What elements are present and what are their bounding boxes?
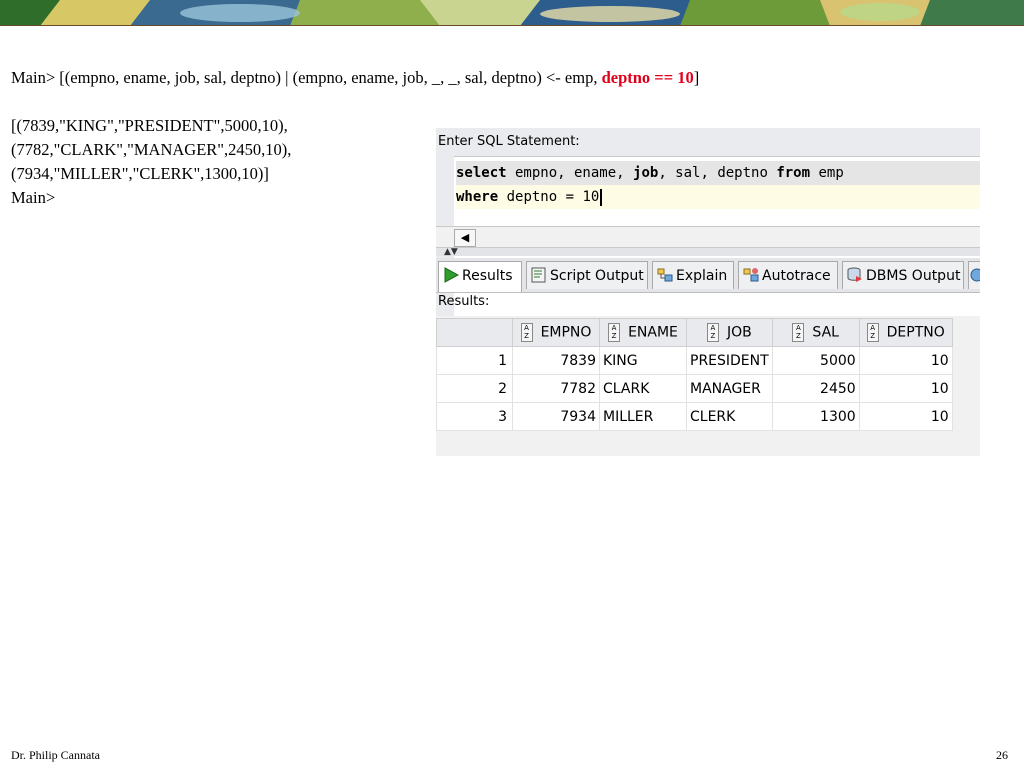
comprehension-text: [(empno, ename, job, sal, deptno) | (emp…	[55, 68, 602, 87]
row-number: 3	[436, 402, 513, 431]
cell-deptno[interactable]: 10	[858, 402, 953, 431]
sort-icon[interactable]: AZ	[520, 323, 533, 342]
column-header-empno[interactable]: A Z EMPNO	[512, 318, 600, 347]
text-cursor	[600, 188, 603, 206]
tab-script-output[interactable]: Script Output	[526, 261, 648, 289]
cell-job[interactable]: MANAGER	[686, 374, 773, 403]
sort-icon[interactable]: AZ	[792, 323, 805, 342]
page-number: 26	[996, 748, 1008, 762]
sql-text: deptno = 10	[498, 189, 600, 205]
cell-ename[interactable]: KING	[599, 346, 687, 375]
table-row[interactable]: 1 7839 KING PRESIDENT 5000 10	[436, 346, 953, 375]
tab-label: DBMS Output	[866, 268, 961, 284]
sort-icon[interactable]: AZ	[866, 323, 879, 342]
cell-job[interactable]: PRESIDENT	[686, 346, 773, 375]
table-row[interactable]: 2 7782 CLARK MANAGER 2450 10	[436, 374, 953, 403]
sql-text: , sal, deptno	[658, 165, 777, 181]
column-header-deptno[interactable]: A Z DEPTNO	[858, 318, 953, 347]
sql-developer-window: Enter SQL Statement: select empno, ename…	[436, 128, 980, 456]
author-footer: Dr. Philip Cannata	[11, 748, 100, 762]
sql-text: empno, ename,	[506, 165, 634, 181]
cell-job[interactable]: CLERK	[686, 402, 773, 431]
prompt: Main>	[11, 68, 56, 87]
panel-splitter[interactable]: ▲▼	[436, 248, 980, 257]
keyword-select: select	[456, 165, 507, 181]
dbms-icon	[847, 267, 862, 282]
cell-ename[interactable]: MILLER	[599, 402, 687, 431]
tab-explain[interactable]: Explain	[652, 261, 734, 289]
results-grid: A Z EMPNO A Z ENAME A Z JOB A Z SAL A Z DEPTNO 1 7…	[436, 316, 980, 456]
explain-icon	[657, 268, 673, 282]
cell-sal[interactable]: 1300	[771, 402, 860, 431]
decorative-banner	[0, 0, 1024, 26]
column-header-sal[interactable]: A Z SAL	[771, 318, 860, 347]
tab-autotrace[interactable]: Autotrace	[738, 261, 838, 289]
results-label: Results:	[438, 294, 490, 309]
row-number: 2	[436, 374, 513, 403]
keyword-job: job	[633, 165, 659, 181]
column-header-ename[interactable]: A Z ENAME	[599, 318, 687, 347]
row-number-header	[436, 318, 513, 347]
keyword-where: where	[456, 189, 499, 205]
enter-sql-label: Enter SQL Statement:	[438, 134, 580, 149]
tab-dbms-output[interactable]: DBMS Output	[842, 261, 964, 289]
output-line-2: (7782,"CLARK","MANAGER",2450,10),	[11, 140, 292, 159]
cell-empno[interactable]: 7934	[512, 402, 600, 431]
output-line-1: [(7839,"KING","PRESIDENT",5000,10),	[11, 116, 288, 135]
table-row[interactable]: 3 7934 MILLER CLERK 1300 10	[436, 402, 953, 431]
cell-empno[interactable]: 7839	[512, 346, 600, 375]
row-number: 1	[436, 346, 513, 375]
scroll-left-arrow-icon[interactable]: ◀	[454, 229, 476, 247]
keyword-from: from	[776, 165, 811, 181]
column-header-job[interactable]: A Z JOB	[686, 318, 773, 347]
results-table: A Z EMPNO A Z ENAME A Z JOB A Z SAL A Z DEPTNO 1 7…	[436, 318, 953, 431]
autotrace-icon	[743, 268, 759, 282]
highlighted-condition: deptno == 10	[601, 68, 694, 87]
sort-icon[interactable]: AZ	[608, 323, 621, 342]
output-line-3: (7934,"MILLER","CLERK",1300,10)]	[11, 164, 269, 183]
sql-text: emp	[810, 165, 844, 181]
stained-glass-banner-image	[0, 0, 1024, 26]
tab-label: Autotrace	[762, 268, 831, 284]
cell-sal[interactable]: 5000	[771, 346, 860, 375]
final-prompt: Main>	[11, 188, 56, 207]
query-command-line: Main> [(empno, ename, job, sal, deptno) …	[11, 68, 699, 88]
tab-label: Results	[462, 268, 513, 284]
play-icon	[444, 267, 459, 283]
tab-more-partial[interactable]	[968, 261, 980, 289]
cell-empno[interactable]: 7782	[512, 374, 600, 403]
script-icon	[531, 267, 546, 283]
closing-bracket: ]	[693, 68, 700, 87]
cell-deptno[interactable]: 10	[858, 346, 953, 375]
sort-icon[interactable]: AZ	[706, 323, 719, 342]
horizontal-scrollbar[interactable]: ◀	[436, 226, 980, 248]
tab-label: Script Output	[550, 268, 644, 284]
table-header-row: A Z EMPNO A Z ENAME A Z JOB A Z SAL A Z DEPTNO	[436, 318, 953, 347]
cell-sal[interactable]: 2450	[771, 374, 860, 403]
cell-ename[interactable]: CLARK	[599, 374, 687, 403]
results-tab-bar: Results Script Output Explain Autotrace …	[436, 258, 980, 293]
splitter-arrows-icon[interactable]: ▲▼	[444, 248, 458, 257]
sql-line-1[interactable]: select empno, ename, job, sal, deptno fr…	[456, 161, 980, 185]
globe-icon	[970, 268, 980, 282]
tab-label: Explain	[676, 268, 728, 284]
cell-deptno[interactable]: 10	[858, 374, 953, 403]
sql-line-2[interactable]: where deptno = 10	[456, 185, 980, 209]
tab-results[interactable]: Results	[438, 261, 522, 292]
